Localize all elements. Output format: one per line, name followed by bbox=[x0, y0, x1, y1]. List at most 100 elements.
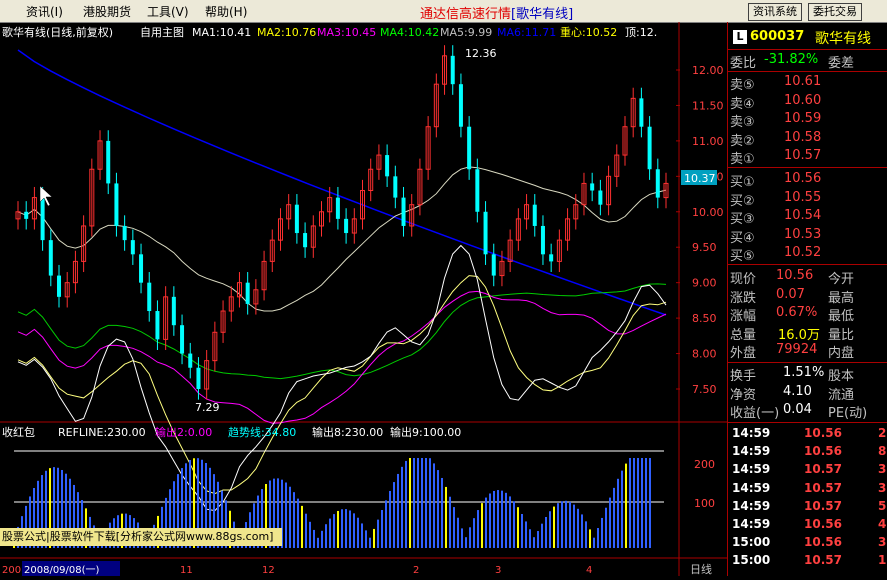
kline-chart-area[interactable]: 歌华有线(日线,前复权) 自用主图 MA1:10.41 MA2:10.76 MA3:10… bbox=[0, 22, 727, 576]
separator bbox=[728, 422, 887, 423]
bottom-tick-2: 2 bbox=[413, 565, 419, 576]
header-item: MA1:10.41 bbox=[192, 26, 251, 39]
stat2-label2: 股本 bbox=[828, 369, 855, 384]
stat2-label: 净资 bbox=[730, 387, 757, 403]
header-item: 重心:10.52 bbox=[560, 25, 617, 39]
header-item: 歌华有线(日线,前复权) bbox=[2, 25, 113, 39]
tick-time: 14:59 bbox=[732, 517, 771, 531]
tick-row[interactable]: 15:00 10.57 1 bbox=[728, 553, 887, 571]
buy-label: 买④ bbox=[730, 230, 755, 246]
tick-row[interactable]: 14:59 10.57 3 bbox=[728, 481, 887, 499]
separator bbox=[728, 49, 887, 50]
candle-body bbox=[48, 240, 53, 276]
indicator-axis-100: 100 bbox=[694, 497, 715, 510]
tick-row[interactable]: 14:59 10.57 3 bbox=[728, 462, 887, 480]
buy-row[interactable]: 买② 10.55 bbox=[728, 190, 887, 209]
stat-label: 现价 bbox=[730, 272, 757, 287]
tick-volume: 4 bbox=[878, 517, 887, 531]
weibi-row: 委比 -31.82% 委差 bbox=[728, 52, 887, 71]
buy-row[interactable]: 买⑤ 10.52 bbox=[728, 245, 887, 264]
buy-price: 10.53 bbox=[784, 226, 822, 242]
sell-label: 卖② bbox=[730, 133, 755, 149]
menu-hk-futures[interactable]: 港股期货 bbox=[83, 3, 131, 20]
stat2-label: 收益(一) bbox=[730, 406, 780, 422]
stat-row: 现价 10.56 今开 bbox=[728, 268, 887, 287]
menu-news[interactable]: 资讯(I) bbox=[26, 3, 63, 20]
tick-time: 15:00 bbox=[732, 553, 771, 568]
candle-body bbox=[188, 353, 193, 368]
buy-label: 买① bbox=[730, 175, 755, 190]
ma1-line bbox=[17, 244, 667, 512]
price-axis-label: 9.00 bbox=[692, 277, 717, 290]
chart-header: 歌华有线(日线,前复权) 自用主图 MA1:10.41 MA2:10.76 MA3:10… bbox=[2, 25, 657, 39]
candle-body bbox=[245, 282, 250, 304]
candle-body bbox=[155, 311, 160, 340]
candle-body bbox=[147, 282, 152, 312]
tick-row[interactable]: 14:59 10.57 5 bbox=[728, 499, 887, 517]
trade-button[interactable]: 委托交易 bbox=[808, 3, 862, 21]
buy-row[interactable]: 买③ 10.54 bbox=[728, 208, 887, 227]
tick-row[interactable]: 14:59 10.56 4 bbox=[728, 517, 887, 535]
weibi-value: -31.82% bbox=[764, 52, 819, 67]
sell-label: 卖④ bbox=[730, 96, 755, 112]
header-item: MA5:9.99 bbox=[440, 26, 492, 39]
indicator-out9: 输出9:100.00 bbox=[390, 425, 461, 439]
stat-label: 涨跌 bbox=[730, 290, 757, 306]
weibi-label: 委比 bbox=[730, 56, 757, 71]
sell-label: 卖③ bbox=[730, 115, 755, 131]
sell-row[interactable]: 卖④ 10.60 bbox=[728, 93, 887, 112]
stat-value: 0.67% bbox=[776, 305, 818, 321]
bottom-date: 2008/09/08(一) bbox=[24, 565, 100, 576]
sell-row[interactable]: 卖② 10.58 bbox=[728, 130, 887, 149]
sell-price: 10.59 bbox=[784, 111, 822, 127]
candle-body bbox=[532, 204, 537, 226]
indicator-title: 收红包 bbox=[2, 425, 35, 439]
sell-label: 卖① bbox=[730, 152, 755, 168]
sell-row[interactable]: 卖⑤ 10.61 bbox=[728, 74, 887, 93]
stat-value: 10.56 bbox=[776, 268, 814, 283]
menu-tools[interactable]: 工具(V) bbox=[147, 3, 189, 20]
ma6-line bbox=[17, 49, 667, 316]
stat2-label2: PE(动) bbox=[828, 406, 868, 422]
tick-time: 14:59 bbox=[732, 480, 771, 495]
price-axis: 12.0011.5011.0010.5010.009.509.008.508.0… bbox=[676, 64, 724, 396]
tick-row[interactable]: 14:59 10.56 8 bbox=[728, 444, 887, 462]
stat-label: 涨幅 bbox=[730, 309, 757, 325]
candle-body bbox=[40, 197, 45, 241]
tick-row[interactable]: 14:59 10.56 2 bbox=[728, 426, 887, 444]
price-axis-label: 11.50 bbox=[692, 99, 724, 112]
price-axis-label: 9.50 bbox=[692, 241, 717, 254]
candlesticks bbox=[15, 45, 669, 400]
candle-body bbox=[549, 254, 554, 262]
tick-time: 15:00 bbox=[732, 535, 771, 550]
ma2-line bbox=[17, 275, 667, 495]
separator bbox=[728, 264, 887, 265]
tick-time: 14:59 bbox=[732, 444, 771, 459]
sell-label: 卖⑤ bbox=[730, 78, 755, 93]
candle-body bbox=[475, 169, 480, 212]
tick-row[interactable]: 15:00 10.56 3 bbox=[728, 535, 887, 553]
candle-body bbox=[335, 197, 340, 219]
menu-help[interactable]: 帮助(H) bbox=[205, 3, 247, 20]
menu-bar: 资讯(I) 港股期货 工具(V) 帮助(H) 通达信高速行情[歌华有线] 资讯系… bbox=[0, 0, 887, 23]
sell-row[interactable]: 卖③ 10.59 bbox=[728, 111, 887, 131]
candle-body bbox=[196, 367, 201, 389]
separator bbox=[728, 167, 887, 168]
tick-time: 14:59 bbox=[732, 498, 771, 513]
header-item: MA4:10.42 bbox=[380, 26, 439, 39]
buy-row[interactable]: 买④ 10.53 bbox=[728, 226, 887, 246]
tick-time: 14:59 bbox=[732, 462, 771, 477]
buy-row[interactable]: 买① 10.56 bbox=[728, 171, 887, 190]
sell-price: 10.57 bbox=[784, 148, 822, 164]
kline-chart-svg[interactable]: 歌华有线(日线,前复权) 自用主图 MA1:10.41 MA2:10.76 MA3:10… bbox=[0, 22, 727, 576]
stat-value: 0.07 bbox=[776, 286, 805, 302]
candle-body bbox=[303, 233, 308, 248]
stat-row: 外盘 79924 内盘 bbox=[728, 342, 887, 361]
news-system-button[interactable]: 资讯系统 bbox=[748, 3, 802, 21]
stat2-value: 1.51% bbox=[783, 365, 825, 380]
candle-body bbox=[344, 218, 349, 234]
ma3-line bbox=[17, 290, 667, 424]
candle-body bbox=[171, 296, 176, 326]
sell-row[interactable]: 卖① 10.57 bbox=[728, 148, 887, 168]
bottom-200-label: 200 bbox=[2, 565, 21, 576]
